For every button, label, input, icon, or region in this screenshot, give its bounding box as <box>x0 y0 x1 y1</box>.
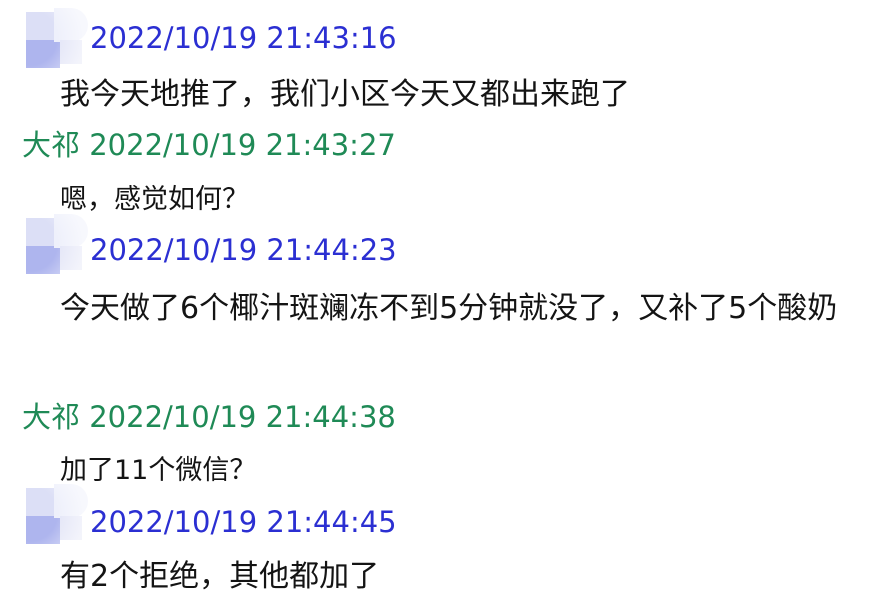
message-text: 嗯，感觉如何？ <box>60 184 249 215</box>
avatar[interactable] <box>4 482 90 546</box>
message-text: 我今天地推了，我们小区今天又都出来跑了 <box>60 77 630 112</box>
avatar[interactable] <box>4 212 90 276</box>
message-text: 今天做了6个椰汁斑斓冻不到5分钟就没了，又补了5个酸奶 <box>60 291 838 326</box>
message-header: 大祁 2022/10/19 21:43:27 <box>22 131 396 160</box>
sender-name: 大祁 <box>22 400 81 434</box>
message-timestamp: 2022/10/19 21:44:45 <box>90 505 397 539</box>
message-timestamp: 2022/10/19 21:43:16 <box>90 21 397 55</box>
message-text: 加了11个微信？ <box>60 455 257 486</box>
sender-name: 大祁 <box>22 128 81 162</box>
message-timestamp: 2022/10/19 21:44:23 <box>90 233 397 267</box>
message-text: 有2个拒绝，其他都加了 <box>60 559 380 594</box>
message-header: 大祁 2022/10/19 21:44:38 <box>22 403 396 432</box>
message-timestamp: 2022/10/19 21:43:27 <box>89 128 396 162</box>
message-timestamp: 2022/10/19 21:44:38 <box>89 400 396 434</box>
avatar[interactable] <box>4 6 90 70</box>
